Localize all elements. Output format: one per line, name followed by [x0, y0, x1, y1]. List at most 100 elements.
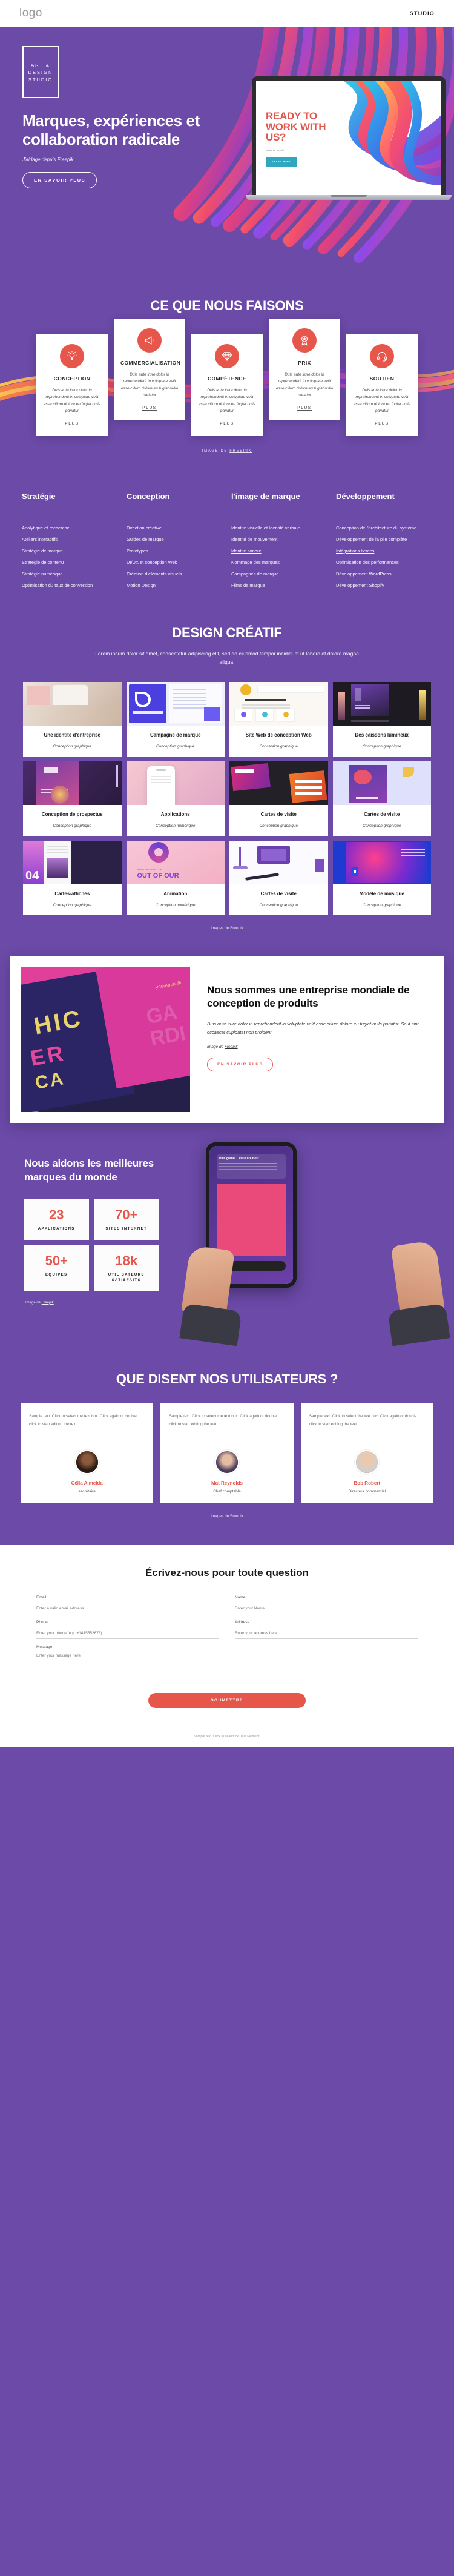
portfolio-tile-body: Cartes de visite Conception graphique — [229, 805, 328, 836]
services-section: CE QUE NOUS FAISONS CONCEPTION Duis aute… — [0, 269, 454, 474]
nav-item-studio[interactable]: STUDIO — [410, 10, 435, 16]
service-card[interactable]: CONCEPTION Duis aute irure dolor in repr… — [36, 334, 108, 436]
services-credit-link[interactable]: FREEPIK — [229, 449, 252, 453]
portfolio-tile[interactable]: 04 Cartes-affiches Conception graphique — [23, 840, 122, 915]
service-card[interactable]: SOUTIEN Duis aute irure dolor in reprehe… — [346, 334, 418, 436]
menu-item[interactable]: Développement WordPress — [336, 568, 432, 580]
stat-label: SITES INTERNET — [105, 1227, 148, 1231]
portfolio-tile[interactable]: Une identité d'entreprise Conception gra… — [23, 682, 122, 757]
service-card[interactable]: PRIX Duis aute irure dolor in reprehende… — [269, 319, 340, 420]
service-name: COMMERCIALISATION — [120, 360, 181, 366]
email-input[interactable] — [36, 1604, 219, 1615]
submit-button[interactable]: SOUMETTRE — [148, 1693, 306, 1709]
portfolio-tile[interactable]: Campagne de marque Conception graphique — [126, 682, 225, 757]
stats-credit-prefix: Image de — [25, 1300, 42, 1305]
portfolio-tile-category: Conception graphique — [156, 744, 195, 749]
service-card[interactable]: COMPÉTENCE Duis aute irure dolor in repr… — [191, 334, 263, 436]
menu-item[interactable]: Prototypes — [127, 545, 223, 557]
portfolio-credit-link[interactable]: Freepik — [230, 926, 243, 930]
portfolio-thumbnail — [23, 761, 122, 806]
menu-item[interactable]: Direction créative — [127, 522, 223, 534]
stat-card: 18k UTILISATEURS SATISFAITS — [94, 1245, 159, 1291]
portfolio-tile[interactable]: Modèle de musique Conception graphique — [332, 840, 431, 915]
menu-item[interactable]: Guides de marque — [127, 534, 223, 545]
about-section: HIC ER CA youremail@ GA RDI Nous sommes u… — [10, 955, 444, 1123]
address-input[interactable] — [235, 1629, 418, 1640]
portfolio-tile[interactable]: Applications Conception numérique — [126, 761, 225, 836]
menu-heading: Développement — [336, 491, 395, 501]
service-more-link[interactable]: PLUS — [220, 422, 234, 426]
stat-value: 50+ — [45, 1253, 68, 1268]
menu-item[interactable]: Optimisation du taux de conversion — [22, 580, 118, 591]
field-phone: Phone — [36, 1620, 219, 1640]
portfolio-thumbnail — [126, 761, 225, 806]
portfolio-tile-title: Cartes-affiches — [54, 890, 90, 896]
field-address: Address — [235, 1620, 418, 1640]
portfolio-thumbnail — [126, 682, 225, 726]
testimonials-image-credit: Images de Freepik — [0, 1514, 454, 1518]
stat-card: 70+ SITES INTERNET — [94, 1199, 159, 1240]
portfolio-tile[interactable]: OUT OF OUR WWW.EXAMPLE.COM Animation Con… — [126, 840, 225, 915]
service-more-link[interactable]: PLUS — [142, 406, 157, 411]
site-logo[interactable]: logo — [19, 7, 42, 20]
testimonials-credit-link[interactable]: Freepik — [230, 1514, 243, 1518]
portfolio-tile-category: Conception graphique — [362, 902, 401, 907]
menu-item[interactable]: Stratégie numérique — [22, 568, 118, 580]
screen-headline: READY TO WORK WITH US? — [266, 110, 326, 144]
menu-item[interactable]: Identité de mouvement — [231, 534, 327, 545]
lightbulb-icon — [60, 344, 84, 368]
megaphone-icon — [137, 328, 162, 353]
service-more-link[interactable]: PLUS — [65, 422, 79, 426]
service-more-link[interactable]: PLUS — [297, 406, 312, 411]
menu-item[interactable]: Création d'éléments visuels — [127, 568, 223, 580]
portfolio-tile[interactable]: Site Web de conception Web Conception gr… — [229, 682, 328, 757]
menu-item[interactable]: Développement Shopify — [336, 580, 432, 591]
phone-input[interactable] — [36, 1629, 219, 1640]
service-text: Duis aute irure dolor in reprehenderit i… — [353, 388, 411, 414]
studio-badge: ART & DESIGN STUDIO — [22, 46, 59, 98]
menu-item[interactable]: Identité sonore — [231, 545, 327, 557]
menu-item[interactable]: Nommage des marques — [231, 557, 327, 568]
menu-item[interactable]: Motion Design — [127, 580, 223, 591]
portfolio-tile[interactable]: Des caissons lumineux Conception graphiq… — [332, 682, 431, 757]
menu-item[interactable]: Ateliers interactifs — [22, 534, 118, 545]
stats-credit-link[interactable]: Freepik — [42, 1301, 54, 1305]
service-card[interactable]: COMMERCIALISATION Duis aute irure dolor … — [114, 319, 185, 420]
about-credit-link[interactable]: Freepik — [225, 1045, 238, 1049]
message-input[interactable] — [36, 1651, 418, 1675]
menu-item[interactable]: Intégrations tierces — [336, 545, 432, 557]
menu-item[interactable]: Identité visuelle et Identité verbale — [231, 522, 327, 534]
menu-item[interactable]: Stratégie de marque — [22, 545, 118, 557]
screen-learn-more-button[interactable]: LEARN MORE — [266, 157, 298, 167]
menu-item[interactable]: Films de marque — [231, 580, 327, 591]
portfolio-tile-title: Cartes de visite — [364, 812, 400, 818]
portfolio-tile-body: Cartes-affiches Conception graphique — [23, 884, 122, 915]
menu-heading: Conception — [127, 491, 170, 501]
menu-item[interactable]: Conception de l'architecture du système — [336, 522, 432, 534]
portfolio-tile[interactable]: Cartes de visite Conception graphique — [229, 840, 328, 915]
about-cta-button[interactable]: EN SAVOIR PLUS — [207, 1058, 274, 1072]
portfolio-tile-category: Conception graphique — [259, 744, 298, 749]
about-content: Nous sommes une entreprise mondiale de c… — [190, 967, 433, 1112]
menu-item[interactable]: Analytique et recherche — [22, 522, 118, 534]
menu-heading: Stratégie — [22, 491, 56, 501]
menu-item[interactable]: Stratégie de contenu — [22, 557, 118, 568]
portfolio-grid: Une identité d'entreprise Conception gra… — [0, 682, 454, 915]
menu-item[interactable]: Développement de la pile complète — [336, 534, 432, 545]
badge-line-3: STUDIO — [28, 76, 53, 82]
menu-item[interactable]: UI/UX et conception Web — [127, 557, 223, 568]
menu-item[interactable]: Campagnes de marque — [231, 568, 327, 580]
hero-cta-button[interactable]: EN SAVOIR PLUS — [22, 172, 97, 189]
portfolio-section: DESIGN CRÉATIF Lorem ipsum dolor sit ame… — [0, 618, 454, 945]
service-name: CONCEPTION — [53, 376, 91, 382]
hero-credit-link[interactable]: Freepik — [58, 157, 74, 162]
stat-label: UTILISATEURS SATISFAITS — [108, 1273, 145, 1282]
service-more-link[interactable]: PLUS — [375, 422, 389, 426]
portfolio-tile[interactable]: Cartes de visite Conception graphique — [229, 761, 328, 836]
portfolio-tile-title: Cartes de visite — [260, 890, 297, 896]
name-input[interactable] — [235, 1604, 418, 1615]
menu-item[interactable]: Optimisation des performances — [336, 557, 432, 568]
portfolio-tile[interactable]: Cartes de visite Conception graphique — [332, 761, 431, 836]
portfolio-tile[interactable]: Conception de prospectus Conception grap… — [23, 761, 122, 836]
menu-column-conception: Conception Direction créative Guides de … — [127, 492, 223, 592]
